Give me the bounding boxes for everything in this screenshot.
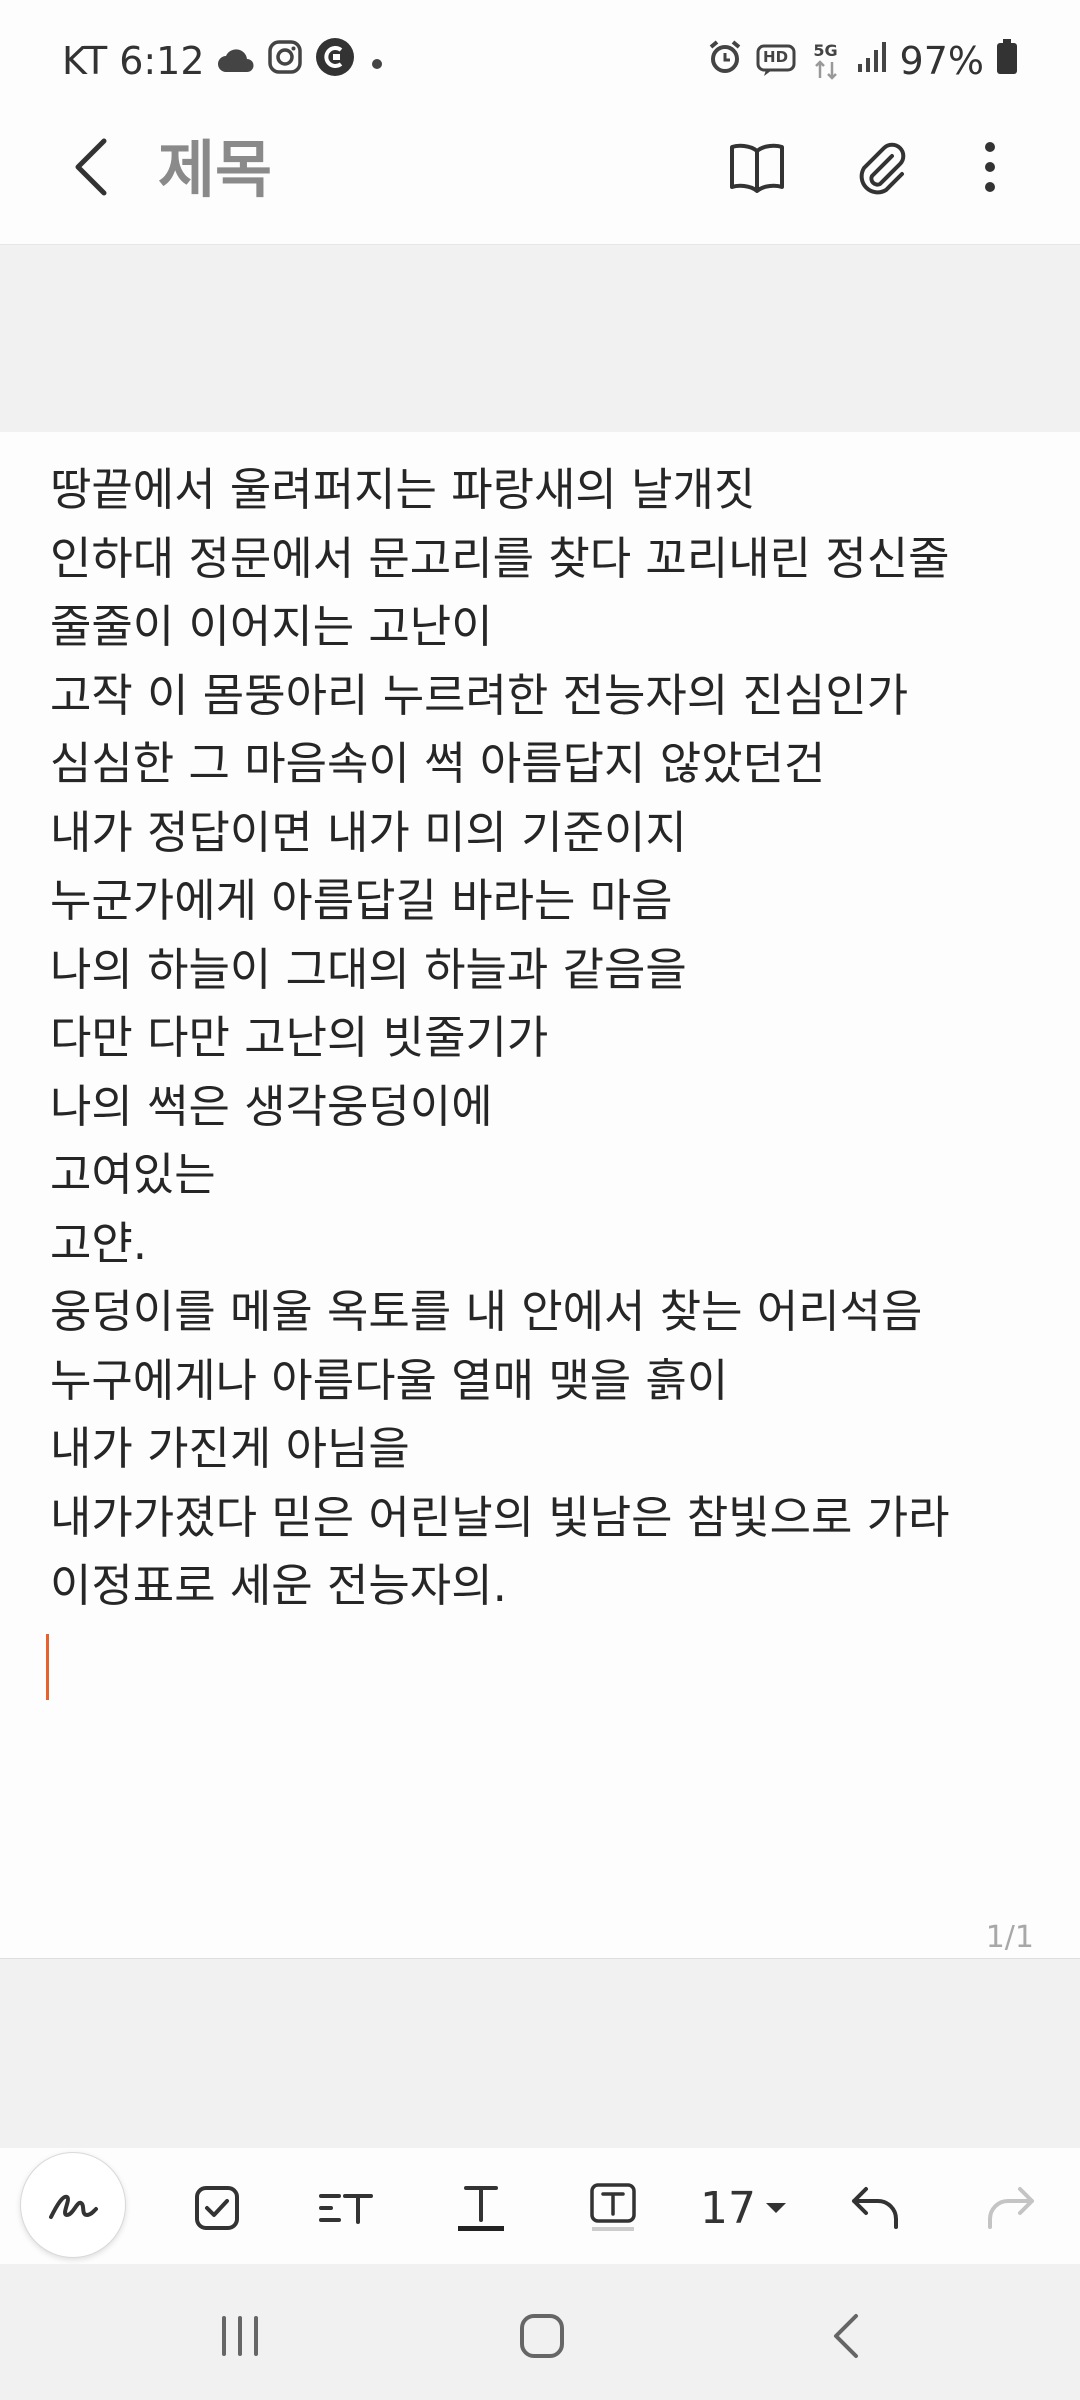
header-band: [0, 244, 1080, 433]
note-line: 내가 정답이면 내가 미의 기준이지: [50, 805, 687, 859]
text-color-button[interactable]: [436, 2168, 526, 2248]
note-line: 나의 하늘이 그대의 하늘과 같음을: [50, 942, 687, 996]
redo-button[interactable]: [964, 2168, 1054, 2248]
bottom-band: [0, 1958, 1080, 2149]
more-options-button[interactable]: [955, 132, 1025, 202]
alarm-icon: [706, 38, 744, 85]
reading-mode-button[interactable]: [722, 132, 792, 202]
hd-label: HD: [763, 48, 789, 66]
undo-button[interactable]: [832, 2168, 922, 2248]
note-line: 누구에게나 아름다울 열매 맺을 흙이: [50, 1353, 729, 1407]
text-cursor: [46, 1634, 49, 1700]
note-line: 인하대 정문에서 문고리를 찾다 꼬리내린 정신줄: [50, 531, 950, 585]
redo-icon: [988, 2187, 1034, 2229]
pen-mode-button[interactable]: [20, 2152, 126, 2258]
note-line: 내가가졌다 믿은 어린날의 빛남은 참빛으로 가라: [50, 1490, 950, 1544]
back-button[interactable]: [60, 132, 120, 202]
undo-icon: [852, 2187, 898, 2229]
note-line: 심심한 그 마음속이 썩 아름답지 않았던건: [50, 737, 826, 790]
instagram-icon: [267, 39, 303, 84]
back-nav-icon: [834, 2314, 858, 2358]
attach-icon: [859, 142, 906, 195]
note-line: 내가 가진게 아님을: [50, 1422, 410, 1475]
status-right: HD 5G 97%: [706, 36, 1018, 86]
app-c-icon: [315, 37, 355, 86]
status-bar: KT 6:12 HD 5G 97%: [0, 0, 1080, 120]
note-line: 웅덩이를 메울 옥토를 내 안에서 찾는 어리석음: [50, 1285, 923, 1338]
back-nav-button[interactable]: [806, 2296, 886, 2376]
pen-icon: [49, 2194, 98, 2219]
recents-button[interactable]: [200, 2296, 280, 2376]
text-style-icon: [319, 2194, 373, 2224]
home-icon: [520, 2314, 564, 2358]
5g-icon: 5G: [808, 42, 844, 80]
note-line: 이정표로 세운 전능자의.: [50, 1559, 507, 1612]
attach-button[interactable]: [846, 132, 916, 202]
note-line: 줄줄이 이어지는 고난이: [50, 600, 493, 653]
note-line: 나의 썩은 생각웅덩이에: [50, 1079, 493, 1133]
signal-icon: [856, 39, 888, 83]
text-background-icon: [590, 2183, 636, 2231]
clock: 6:12: [119, 39, 205, 83]
checkbox-button[interactable]: [172, 2168, 262, 2248]
page-indicator: 1/1: [985, 1920, 1034, 1955]
reading-mode-icon: [730, 143, 784, 193]
carrier-label: KT: [62, 39, 108, 83]
battery-level: 97%: [899, 39, 984, 83]
note-line: 고여있는: [50, 1148, 216, 1201]
text-background-button[interactable]: [568, 2168, 658, 2248]
font-size-selector[interactable]: 17: [700, 2168, 788, 2248]
status-left: KT 6:12: [62, 36, 387, 86]
home-button[interactable]: [502, 2296, 582, 2376]
recents-icon: [222, 2316, 258, 2356]
note-line: 고작 이 몸뚱아리 누르려한 전능자의 진심인가: [50, 668, 909, 722]
text-style-button[interactable]: [302, 2168, 392, 2248]
note-line: 고얀.: [50, 1216, 148, 1270]
text-color-icon: [458, 2186, 504, 2231]
note-line: 누군가에게 아름답길 바라는 마음: [50, 874, 673, 927]
network-label: 5G: [813, 41, 838, 60]
cloud-icon: [217, 39, 255, 83]
hd-icon: HD: [756, 44, 796, 78]
checkbox-icon: [195, 2186, 239, 2230]
more-icon: [985, 142, 995, 192]
chevron-down-icon: [766, 2203, 786, 2213]
font-size-value: 17: [700, 2182, 756, 2234]
battery-icon: [996, 38, 1018, 84]
note-line: 땅끝에서 울려퍼지는 파랑새의 날개짓: [50, 463, 756, 516]
note-line: 다만 다만 고난의 빗줄기가: [50, 1011, 549, 1064]
note-body[interactable]: 땅끝에서 울려퍼지는 파랑새의 날개짓 인하대 정문에서 문고리를 찾다 꼬리내…: [50, 456, 1040, 1621]
dot-icon: [367, 39, 387, 83]
back-icon: [75, 138, 107, 196]
note-title[interactable]: 제목: [158, 130, 272, 210]
